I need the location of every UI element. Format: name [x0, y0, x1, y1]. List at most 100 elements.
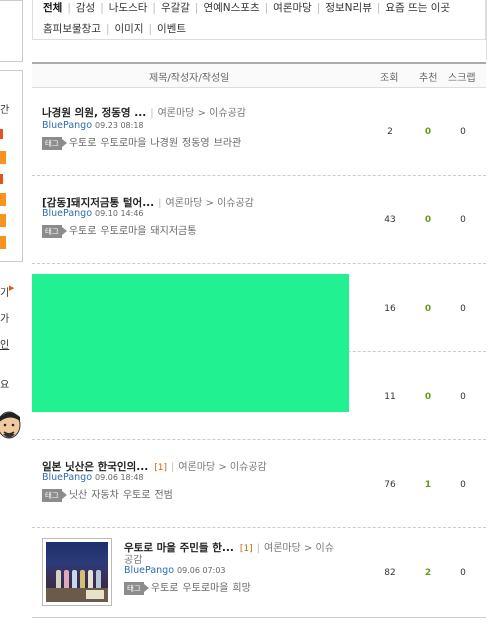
- post-views: 43: [384, 215, 396, 225]
- post-author[interactable]: BluePango: [42, 208, 92, 219]
- tag-list: 태그 닛산 자동차 우토로 전범: [42, 486, 173, 502]
- tag-link[interactable]: 자동차: [91, 490, 119, 501]
- post-views: 2: [387, 127, 393, 137]
- post-scrap: 0: [460, 480, 466, 490]
- post-views: 82: [384, 568, 396, 578]
- comment-count[interactable]: [1]: [154, 463, 167, 473]
- category-ugalgal[interactable]: 우갈갈: [161, 0, 190, 15]
- tag-icon: 태그: [42, 137, 67, 150]
- post-category[interactable]: 여론마당 > 이슈공감: [166, 198, 254, 209]
- post-recommend: 1: [424, 480, 432, 490]
- post-author[interactable]: BluePango: [124, 565, 174, 576]
- post-recommend: 0: [424, 215, 432, 225]
- rank-badge[interactable]: [0, 193, 6, 206]
- tag-link[interactable]: 우토로: [123, 490, 151, 501]
- post-category[interactable]: 여론마당 > 이슈: [264, 543, 334, 554]
- tag-link[interactable]: 닛산: [69, 490, 87, 501]
- table-header: 제목/작성자/작성일 조회 추천 스크랩: [32, 62, 486, 88]
- redaction-block: [32, 274, 349, 412]
- tag-icon: 태그: [42, 225, 67, 238]
- post-date: 09.23 08:18: [95, 121, 144, 130]
- tag-link[interactable]: 희망: [232, 583, 250, 594]
- category-all[interactable]: 전체: [43, 0, 62, 15]
- sidebar-box-links: 기 ▶ 가 인 요: [0, 270, 23, 400]
- tag-link[interactable]: 우토로마을: [100, 226, 146, 237]
- post-views: 11: [384, 392, 396, 402]
- page-border: [486, 0, 487, 60]
- tag-link[interactable]: 돼지저금통: [150, 226, 196, 237]
- post-category[interactable]: 여론마당 > 이슈공감: [158, 108, 246, 119]
- post-scrap: 0: [460, 215, 466, 225]
- post-thumbnail[interactable]: [42, 538, 112, 606]
- tag-link[interactable]: 브라관: [214, 138, 242, 149]
- board-page: 간 기 ▶ 가 인 요 전체 | 감성 | 나도스타 | 우갈갈 | 연예N스포…: [0, 0, 500, 632]
- category-nav: 전체 | 감성 | 나도스타 | 우갈갈 | 연예N스포츠 | 여론마당 | 정보N리뷰 | 요즘 뜨는 이…: [32, 0, 486, 40]
- sidebar-box-top: [0, 0, 23, 62]
- tag-link[interactable]: 우토로: [69, 226, 97, 237]
- tag-list: 태그 우토로 우토로마을 나경원 정동영 브라관: [42, 134, 241, 150]
- tag-icon: 태그: [124, 582, 149, 595]
- table-row: 나경원 의원, 정동영 ... | 여론마당 > 이슈공감 BluePango 09.…: [32, 88, 486, 176]
- post-recommend: 0: [424, 127, 432, 137]
- comment-count[interactable]: [1]: [240, 544, 253, 554]
- category-event[interactable]: 이벤트: [157, 21, 186, 36]
- avatar[interactable]: [0, 405, 24, 453]
- tag-link[interactable]: 나경원: [150, 138, 178, 149]
- tag-link[interactable]: 우토로: [69, 138, 97, 149]
- stage-photo: [46, 542, 108, 602]
- category-opinion[interactable]: 여론마당: [273, 0, 312, 15]
- category-homepage[interactable]: 홈피보물창고: [43, 21, 101, 36]
- post-date: 09.10 14:46: [95, 209, 144, 218]
- post-scrap: 0: [460, 127, 466, 137]
- category-hot-places[interactable]: 요즘 뜨는 이곳: [385, 0, 450, 15]
- post-views: 16: [384, 304, 396, 314]
- post-category-continued[interactable]: 공감: [124, 551, 142, 566]
- rank-marker: [0, 129, 3, 139]
- post-date: 09.06 18:48: [95, 473, 144, 482]
- post-title[interactable]: 나경원 의원, 정동영 ...: [42, 107, 146, 119]
- sidebar-fragment-3[interactable]: 가: [0, 310, 9, 325]
- post-scrap: 0: [460, 568, 466, 578]
- sidebar-fragment-2[interactable]: 기: [0, 284, 9, 299]
- post-category[interactable]: 여론마당 > 이슈공감: [178, 462, 266, 473]
- category-row-2: 홈피보물창고 | 이미지 | 이벤트: [43, 21, 187, 36]
- category-row-1: 전체 | 감성 | 나도스타 | 우갈갈 | 연예N스포츠 | 여론마당 | 정보N리뷰 | 요즘 뜨는 이…: [43, 0, 451, 15]
- post-author[interactable]: BluePango: [42, 120, 92, 131]
- post-date: 09.06 07:03: [177, 566, 226, 575]
- post-recommend: 0: [424, 392, 432, 402]
- tag-link[interactable]: 정동영: [182, 138, 210, 149]
- tag-icon: 태그: [42, 489, 67, 502]
- post-views: 76: [384, 480, 396, 490]
- header-title: 제목/작성자/작성일: [149, 73, 230, 84]
- tag-link[interactable]: 우토로마을: [182, 583, 228, 594]
- post-recommend: 2: [424, 568, 432, 578]
- left-sidebar: 간 기 ▶ 가 인 요: [0, 0, 25, 632]
- sidebar-fragment-4[interactable]: 인: [0, 336, 9, 351]
- post-author[interactable]: BluePango: [42, 472, 92, 483]
- tag-link[interactable]: 전범: [154, 490, 172, 501]
- table-row: [감동]돼지저금통 털어... | 여론마당 > 이슈공감 BluePango 09.…: [32, 176, 486, 264]
- rank-marker: [0, 174, 3, 184]
- sidebar-fragment-1: 간: [0, 105, 10, 116]
- sidebar-fragment-5[interactable]: 요: [0, 376, 9, 391]
- tag-link[interactable]: 우토로마을: [100, 138, 146, 149]
- rank-badge[interactable]: [0, 151, 6, 164]
- category-emotion[interactable]: 감성: [76, 0, 95, 15]
- category-star[interactable]: 나도스타: [109, 0, 148, 15]
- header-scrap: 스크랩: [448, 73, 476, 84]
- board-main: 전체 | 감성 | 나도스타 | 우갈갈 | 연예N스포츠 | 여론마당 | 정보N리뷰 | 요즘 뜨는 이…: [32, 0, 486, 632]
- rank-badge[interactable]: [0, 236, 6, 249]
- category-info[interactable]: 정보N리뷰: [325, 0, 372, 15]
- category-entertainment[interactable]: 연예N스포츠: [203, 0, 259, 15]
- header-recommend: 추천: [419, 73, 438, 84]
- tag-link[interactable]: 우토로: [151, 583, 179, 594]
- header-views: 조회: [380, 73, 399, 84]
- category-image[interactable]: 이미지: [115, 21, 144, 36]
- rank-badge[interactable]: [0, 214, 6, 227]
- tag-list: 태그 우토로 우토로마을 희망: [124, 579, 251, 595]
- post-scrap: 0: [460, 304, 466, 314]
- arrow-right-icon: ▶: [9, 284, 15, 292]
- sidebar-box-ranking: 간: [0, 70, 23, 262]
- table-row: 일본 닛산은 한국인의... [1] | 여론마당 > 이슈공감 BluePango 0…: [32, 440, 486, 528]
- post-recommend: 0: [424, 304, 432, 314]
